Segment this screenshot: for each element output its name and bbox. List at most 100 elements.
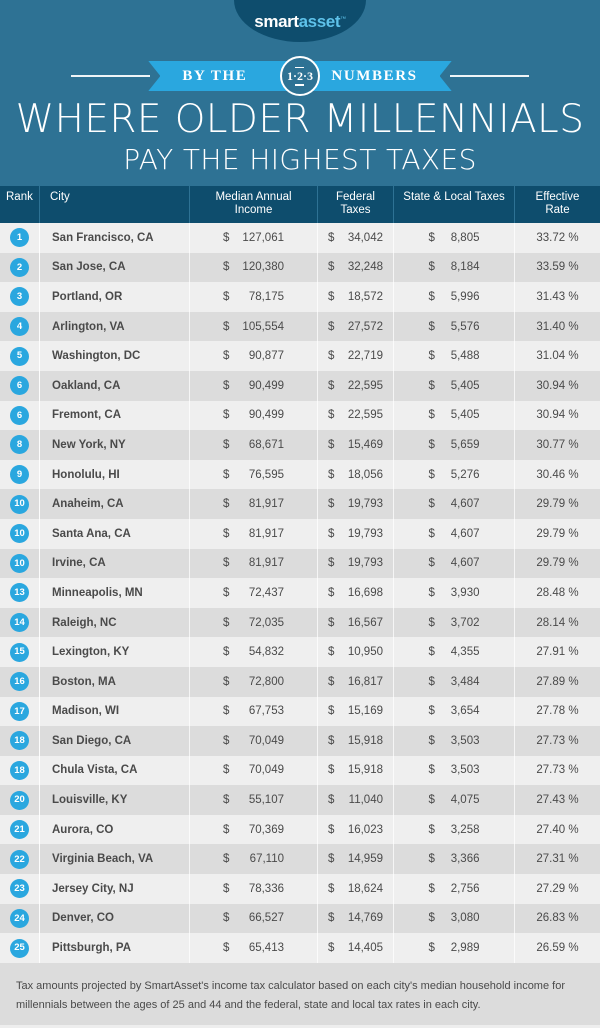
state-local-tax-cell: $4,355: [394, 637, 515, 667]
median-income-cell: $70,369: [190, 814, 318, 845]
effective-rate-cell: 28.48 %: [536, 586, 579, 599]
federal-tax-cell: $32,248: [318, 252, 394, 283]
currency-symbol: $: [223, 350, 230, 363]
currency-symbol: $: [428, 290, 435, 303]
median-income-value: 72,800: [248, 675, 284, 688]
currency-symbol: $: [223, 616, 230, 629]
banner-rule-left: [71, 75, 151, 77]
median-income-value: 90,877: [248, 350, 284, 363]
state-local-tax-value: 5,996: [450, 290, 480, 303]
currency-symbol: $: [428, 794, 435, 807]
currency-symbol: $: [328, 675, 335, 688]
logo-trademark-icon: ™: [340, 16, 346, 23]
currency-symbol: $: [223, 882, 230, 895]
currency-symbol: $: [428, 705, 435, 718]
effective-rate-cell: 27.73 %: [536, 764, 579, 777]
median-income-value: 67,753: [248, 705, 284, 718]
footnote: Tax amounts projected by SmartAsset's in…: [0, 962, 600, 1025]
state-local-tax-cell: $3,484: [394, 666, 515, 697]
federal-tax-cell: $27,572: [318, 311, 394, 342]
city-cell: San Francisco, CA: [40, 223, 190, 253]
federal-tax-value: 14,769: [347, 912, 383, 925]
table-row: 20 Louisville, KY $55,107 $11,040 $4,075 27.4…: [0, 785, 600, 815]
federal-tax-cell: $15,918: [318, 726, 394, 756]
currency-symbol: $: [223, 527, 230, 540]
state-local-tax-cell: $5,996: [394, 282, 515, 312]
city-cell: Virginia Beach, VA: [40, 844, 190, 875]
effective-rate-cell: 33.72 %: [536, 231, 579, 244]
rank-badge: 13: [10, 583, 29, 603]
rank-badge: 16: [10, 672, 29, 692]
state-local-tax-value: 4,607: [450, 557, 480, 570]
federal-tax-value: 16,023: [347, 823, 383, 836]
rank-badge: 20: [10, 790, 29, 810]
rank-cell: 18: [0, 755, 40, 786]
median-income-cell: $76,595: [190, 459, 318, 490]
table-row: 16 Boston, MA $72,800 $16,817 $3,484 27.89 %: [0, 666, 600, 697]
city-cell: Raleigh, NC: [40, 607, 190, 638]
median-income-value: 105,554: [242, 320, 284, 333]
federal-tax-value: 19,793: [347, 527, 383, 540]
federal-tax-value: 14,959: [347, 853, 383, 866]
column-header-federal: Federal Taxes: [318, 186, 394, 223]
column-header-rank: Rank: [0, 186, 40, 223]
logo-asset-text: asset: [298, 12, 341, 31]
effective-rate-cell: 31.43 %: [536, 290, 579, 303]
city-cell: Jersey City, NJ: [40, 874, 190, 904]
rank-badge: 6: [10, 405, 29, 425]
effective-rate-cell: 26.59 %: [536, 942, 579, 955]
median-income-cell: $68,671: [190, 430, 318, 460]
federal-tax-value: 19,793: [347, 557, 383, 570]
currency-symbol: $: [428, 231, 435, 244]
effective-rate-cell: 31.04 %: [536, 350, 579, 363]
currency-symbol: $: [428, 409, 435, 422]
currency-symbol: $: [223, 498, 230, 511]
currency-symbol: $: [328, 823, 335, 836]
rank-cell: 17: [0, 696, 40, 727]
state-local-tax-value: 8,805: [450, 231, 480, 244]
banner-rule-right: [449, 75, 529, 77]
rank-badge: 8: [10, 435, 29, 455]
federal-tax-value: 18,056: [347, 468, 383, 481]
numbers-seal-icon: 1·2·3: [279, 56, 320, 96]
federal-tax-value: 22,595: [347, 379, 383, 392]
federal-tax-value: 34,042: [347, 231, 383, 244]
rank-cell: 10: [0, 489, 40, 519]
federal-tax-value: 18,572: [347, 290, 383, 303]
median-income-cell: $70,049: [190, 726, 318, 756]
rank-cell: 6: [0, 400, 40, 431]
currency-symbol: $: [223, 557, 230, 570]
state-local-tax-value: 5,488: [450, 350, 480, 363]
column-header-state-local: State & Local Taxes: [394, 186, 515, 223]
table-row: 4 Arlington, VA $105,554 $27,572 $5,576 31.40…: [0, 311, 600, 342]
rank-cell: 22: [0, 844, 40, 875]
effective-rate-cell: 27.91 %: [536, 646, 579, 659]
federal-tax-cell: $16,023: [318, 814, 394, 845]
median-income-cell: $90,499: [190, 400, 318, 431]
city-cell: Portland, OR: [40, 282, 190, 312]
currency-symbol: $: [428, 882, 435, 895]
effective-rate-cell: 26.83 %: [536, 912, 579, 925]
median-income-value: 81,917: [248, 557, 284, 570]
currency-symbol: $: [428, 379, 435, 392]
federal-tax-value: 16,817: [347, 675, 383, 688]
currency-symbol: $: [328, 616, 335, 629]
currency-symbol: $: [428, 498, 435, 511]
city-cell: Honolulu, HI: [40, 459, 190, 490]
median-income-cell: $67,110: [190, 844, 318, 875]
currency-symbol: $: [428, 853, 435, 866]
table-row: 22 Virginia Beach, VA $67,110 $14,959 $3,366…: [0, 844, 600, 875]
banner-label-left: BY THE: [182, 67, 248, 84]
median-income-cell: $65,413: [190, 933, 318, 963]
currency-symbol: $: [428, 646, 435, 659]
state-local-tax-cell: $5,276: [394, 459, 515, 490]
rank-cell: 16: [0, 666, 40, 697]
infographic-page: smartasset™ BY THE NUMBERS 1·2·3 WHERE O…: [0, 0, 600, 1028]
federal-tax-value: 22,719: [347, 350, 383, 363]
state-local-tax-cell: $8,805: [394, 223, 515, 253]
city-cell: Lexington, KY: [40, 637, 190, 667]
federal-tax-value: 14,405: [347, 942, 383, 955]
rank-cell: 2: [0, 252, 40, 283]
smartasset-logo[interactable]: smartasset™: [234, 0, 366, 42]
currency-symbol: $: [328, 764, 335, 777]
